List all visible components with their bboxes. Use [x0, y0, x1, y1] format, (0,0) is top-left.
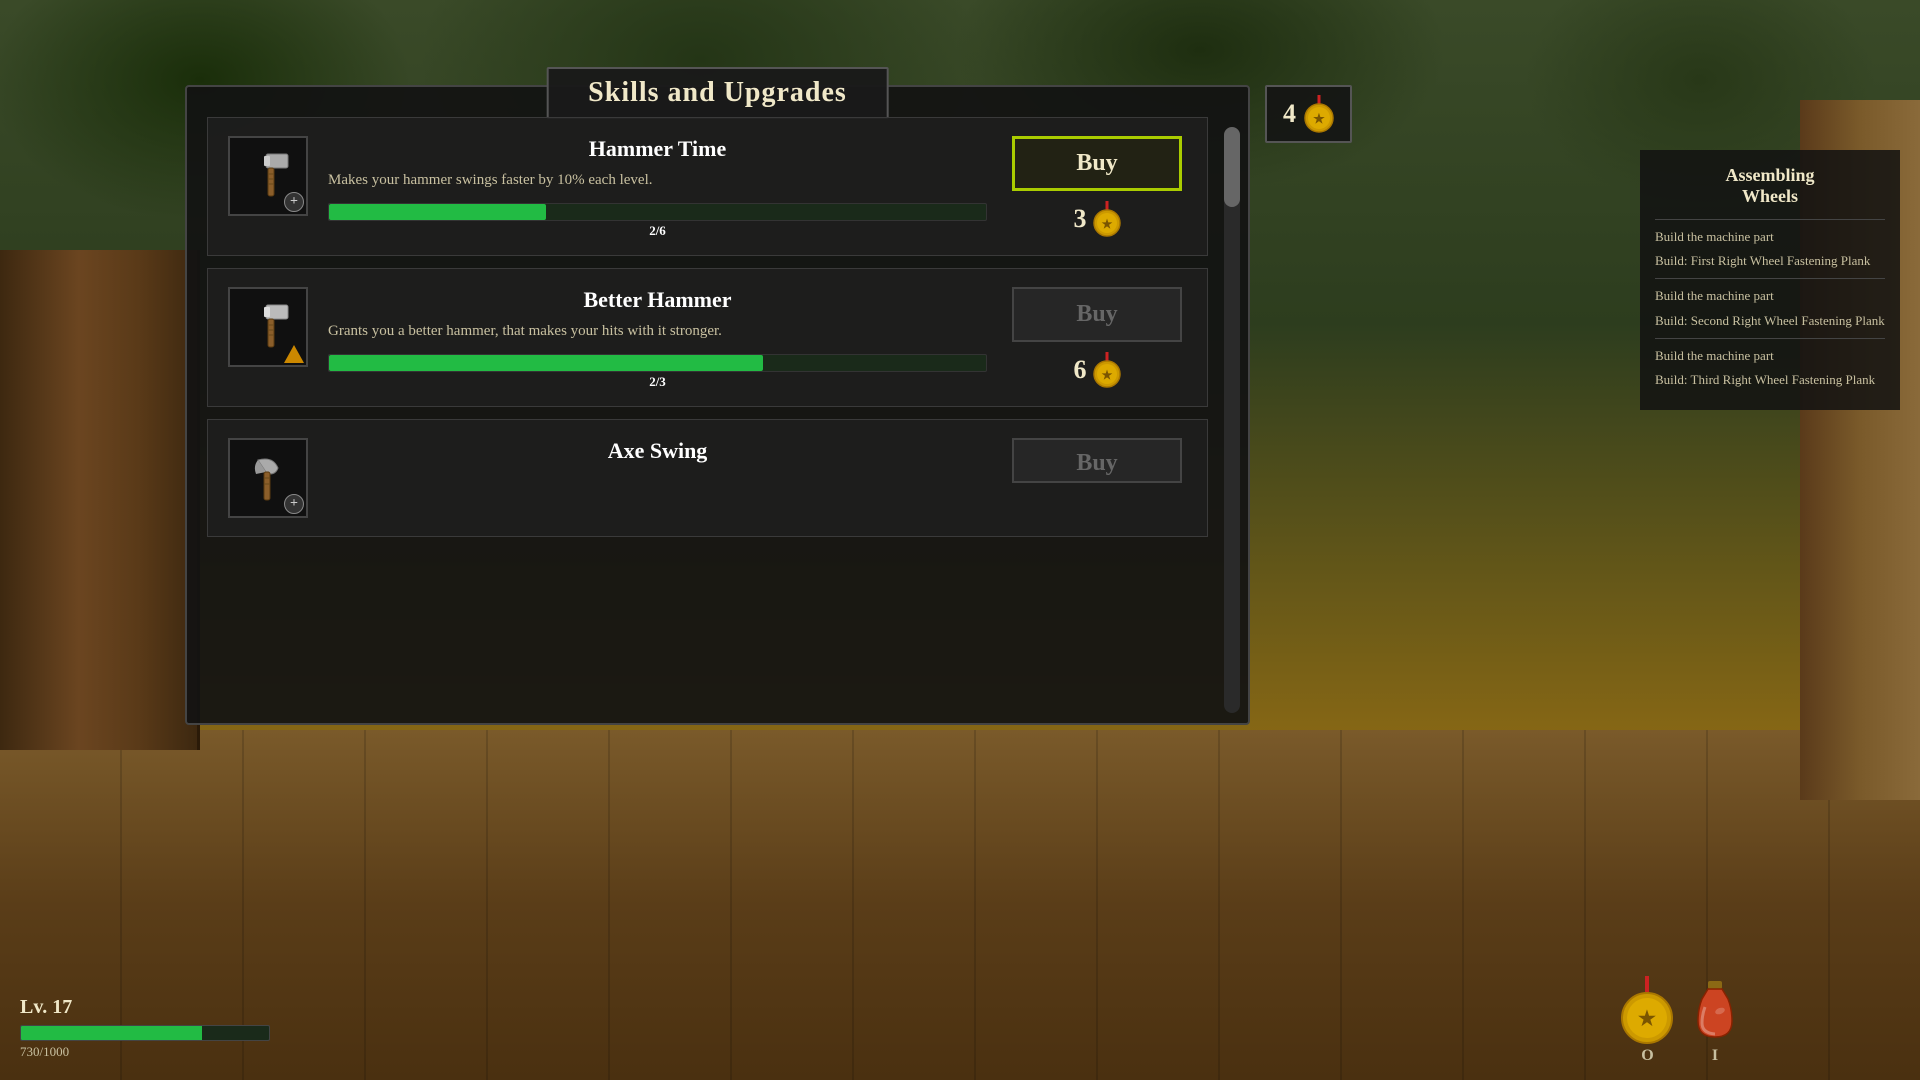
quest-item-3: Build: Second Right Wheel Fastening Plan…	[1655, 312, 1885, 330]
cost-display-hammer-time: 3 ★	[1074, 201, 1121, 237]
skill-icon-better-hammer	[228, 287, 308, 367]
medal-icon-hammer-time: ★	[1093, 201, 1121, 237]
skill-right-better-hammer: Buy 6 ★	[1007, 287, 1187, 388]
skill-icon-hammer-time: +	[228, 136, 308, 216]
skill-name-hammer-time: Hammer Time	[328, 136, 987, 162]
skills-list: + Hammer Time Makes your hammer swings f…	[187, 87, 1248, 557]
cost-amount-better-hammer: 6	[1074, 355, 1087, 385]
scrollbar[interactable]	[1224, 127, 1240, 713]
bottom-hud: Lv. 17 730/1000	[20, 996, 270, 1060]
skill-item-axe-swing: + Axe Swing Buy	[207, 419, 1208, 537]
plus-badge-hammer-time: +	[284, 192, 304, 212]
health-potion-svg	[1690, 979, 1740, 1044]
skill-name-axe-swing: Axe Swing	[328, 438, 987, 464]
progress-container-better-hammer: 2/3	[328, 354, 987, 372]
skill-desc-hammer-time: Makes your hammer swings faster by 10% e…	[328, 170, 987, 191]
cost-amount-hammer-time: 3	[1074, 204, 1087, 234]
currency-display: 4 ★	[1265, 85, 1352, 143]
skill-item-hammer-time: + Hammer Time Makes your hammer swings f…	[207, 117, 1208, 256]
xp-bar-fill	[21, 1026, 202, 1040]
skill-name-better-hammer: Better Hammer	[328, 287, 987, 313]
quest-item-4: Build the machine part	[1655, 347, 1885, 365]
bottom-medal-label: O	[1641, 1047, 1653, 1065]
panel-title: Skills and Upgrades	[546, 67, 889, 119]
bottom-medal-svg: ★	[1620, 976, 1675, 1044]
svg-text:★: ★	[1101, 217, 1112, 231]
main-medal-icon: ★	[1304, 95, 1334, 133]
quest-divider-0	[1655, 219, 1885, 220]
skills-panel: Skills and Upgrades	[185, 85, 1250, 725]
xp-label: 730/1000	[20, 1044, 270, 1060]
quest-item-0: Build the machine part	[1655, 228, 1885, 246]
quest-panel-title: Assembling Wheels	[1655, 165, 1885, 207]
quest-panel: Assembling Wheels Build the machine part…	[1640, 150, 1900, 410]
progress-bar-bg-hammer-time	[328, 203, 987, 221]
bottom-medal-icon: ★ O	[1620, 976, 1675, 1065]
progress-bar-bg-better-hammer	[328, 354, 987, 372]
skill-right-hammer-time: Buy 3 ★	[1007, 136, 1187, 237]
triangle-badge-better-hammer	[284, 345, 304, 363]
progress-label-hammer-time: 2/6	[328, 223, 987, 239]
skill-info-better-hammer: Better Hammer Grants you a better hammer…	[328, 287, 987, 372]
svg-text:★: ★	[1101, 368, 1112, 382]
bottom-health-label: I	[1712, 1047, 1718, 1065]
progress-bar-fill-better-hammer	[329, 355, 763, 371]
skill-right-axe-swing: Buy	[1007, 438, 1187, 483]
progress-bar-fill-hammer-time	[329, 204, 546, 220]
currency-amount: 4	[1283, 99, 1296, 129]
cost-display-better-hammer: 6 ★	[1074, 352, 1121, 388]
bottom-right-icons: ★ O I	[1620, 976, 1740, 1065]
medal-icon-better-hammer: ★	[1093, 352, 1121, 388]
progress-wrapper-hammer-time: 2/6	[328, 203, 987, 221]
quest-divider-1	[1655, 278, 1885, 279]
skill-info-axe-swing: Axe Swing	[328, 438, 987, 464]
skill-info-hammer-time: Hammer Time Makes your hammer swings fas…	[328, 136, 987, 221]
quest-item-5: Build: Third Right Wheel Fastening Plank	[1655, 371, 1885, 389]
player-level: Lv. 17	[20, 996, 270, 1019]
buy-button-hammer-time[interactable]: Buy	[1012, 136, 1182, 191]
buy-button-better-hammer[interactable]: Buy	[1012, 287, 1182, 342]
progress-container-hammer-time: 2/6	[328, 203, 987, 221]
skill-desc-better-hammer: Grants you a better hammer, that makes y…	[328, 321, 987, 342]
ui-container: Skills and Upgrades	[0, 0, 1920, 1080]
svg-text:★: ★	[1638, 1008, 1656, 1030]
scrollbar-thumb[interactable]	[1224, 127, 1240, 207]
progress-wrapper-better-hammer: 2/3	[328, 354, 987, 372]
buy-button-axe-swing[interactable]: Buy	[1012, 438, 1182, 483]
xp-bar-bg	[20, 1025, 270, 1041]
quest-divider-2	[1655, 338, 1885, 339]
quest-item-2: Build the machine part	[1655, 287, 1885, 305]
bottom-health-icon: I	[1690, 979, 1740, 1065]
progress-label-better-hammer: 2/3	[328, 374, 987, 390]
skill-icon-axe-swing: +	[228, 438, 308, 518]
skill-item-better-hammer: Better Hammer Grants you a better hammer…	[207, 268, 1208, 407]
quest-item-1: Build: First Right Wheel Fastening Plank	[1655, 252, 1885, 270]
plus-badge-axe-swing: +	[284, 494, 304, 514]
svg-text:★: ★	[1313, 111, 1325, 126]
